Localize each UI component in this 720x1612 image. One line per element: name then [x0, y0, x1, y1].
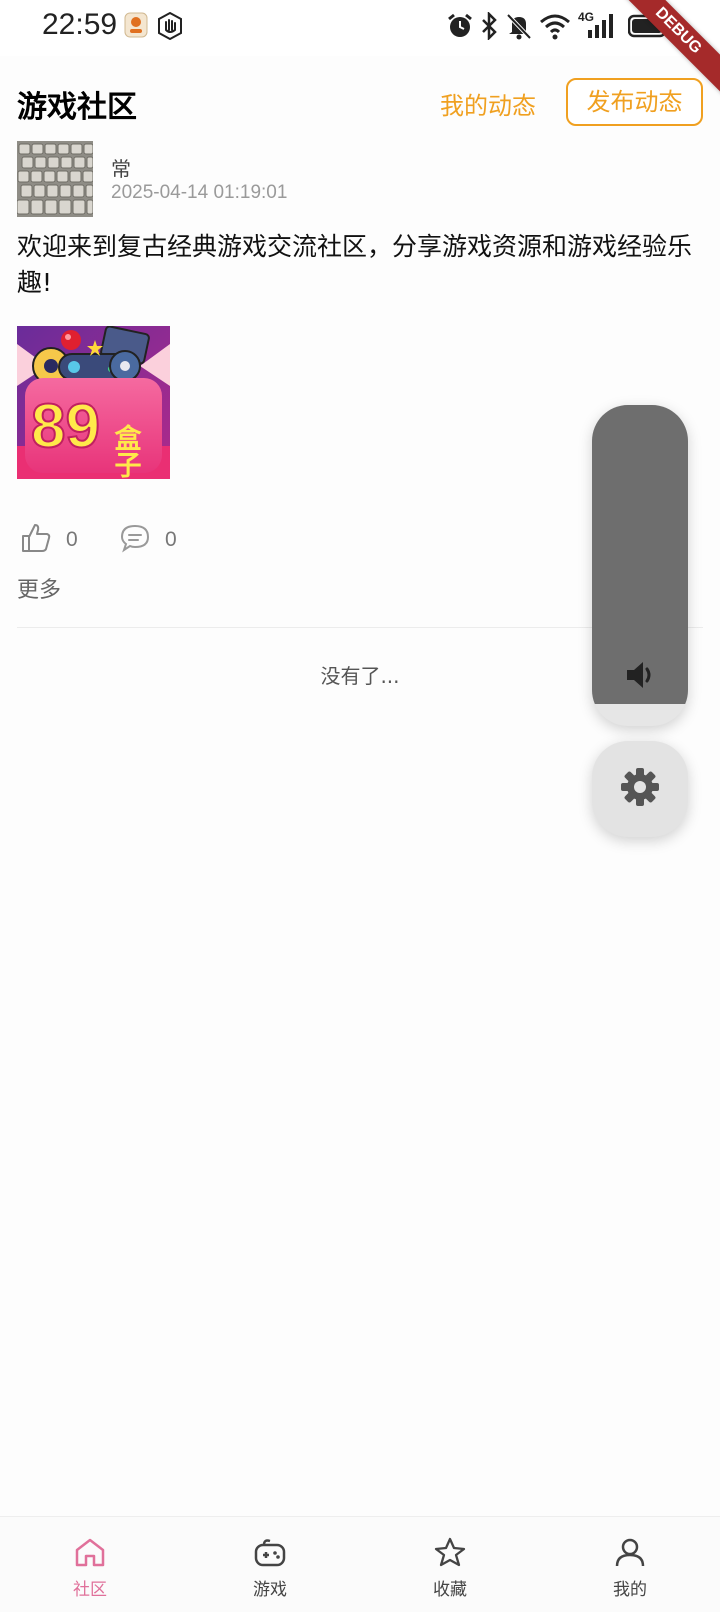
avatar[interactable] — [17, 141, 93, 217]
bell-off-icon — [505, 12, 533, 44]
alarm-icon — [446, 12, 474, 44]
page-title: 游戏社区 — [17, 90, 137, 125]
post-image[interactable]: 89 盒子 — [17, 326, 170, 479]
like-button[interactable]: 0 — [20, 523, 78, 557]
post-content: 欢迎来到复古经典游戏交流社区，分享游戏资源和游戏经验乐趣! — [17, 232, 693, 297]
like-count: 0 — [66, 528, 78, 551]
hand-icon — [157, 11, 183, 44]
user-icon — [613, 1537, 647, 1571]
thumbs-up-icon — [20, 522, 52, 558]
nav-label-mine: 我的 — [613, 1580, 647, 1600]
more-link[interactable]: 更多 — [17, 572, 61, 604]
speaker-icon[interactable] — [622, 657, 658, 697]
my-posts-link[interactable]: 我的动态 — [440, 86, 536, 121]
gear-icon — [619, 766, 661, 812]
image-number-text: 89 — [31, 392, 100, 461]
comment-icon — [119, 522, 151, 558]
comment-button[interactable]: 0 — [119, 523, 177, 557]
app-notification-icon — [124, 12, 148, 42]
wifi-icon — [539, 12, 571, 44]
gamepad-icon — [253, 1537, 287, 1571]
publish-post-button[interactable]: 发布动态 — [566, 78, 703, 126]
volume-slider[interactable] — [592, 405, 688, 726]
bottom-nav: 社区 游戏 收藏 我的 — [0, 1516, 720, 1612]
home-icon — [73, 1537, 107, 1571]
star-icon — [433, 1537, 467, 1571]
status-bar: 22:59 4G DEBUG — [0, 0, 720, 97]
nav-label-community: 社区 — [73, 1580, 107, 1600]
signal-4g-icon: 4G — [576, 10, 624, 46]
volume-settings-button[interactable] — [592, 741, 688, 837]
nav-label-games: 游戏 — [253, 1580, 287, 1600]
bluetooth-icon — [480, 10, 498, 44]
image-title-text: 盒子 — [110, 423, 142, 478]
nav-item-games[interactable]: 游戏 — [180, 1517, 360, 1612]
nav-item-mine[interactable]: 我的 — [540, 1517, 720, 1612]
network-label: 4G — [578, 10, 594, 24]
post-timestamp: 2025-04-14 01:19:01 — [111, 182, 288, 203]
status-time: 22:59 — [42, 8, 118, 41]
author-name[interactable]: 常 — [111, 153, 131, 182]
nav-item-community[interactable]: 社区 — [0, 1517, 180, 1612]
comment-count: 0 — [165, 528, 177, 551]
nav-label-favorites: 收藏 — [433, 1580, 467, 1600]
nav-item-favorites[interactable]: 收藏 — [360, 1517, 540, 1612]
